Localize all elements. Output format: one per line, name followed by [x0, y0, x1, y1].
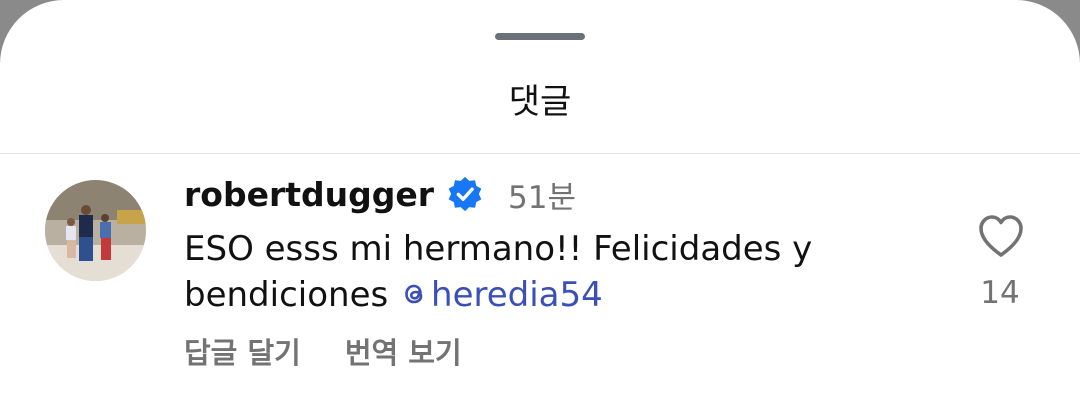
- username[interactable]: robertdugger: [184, 175, 434, 214]
- mention-link[interactable]: heredia54: [399, 275, 603, 315]
- drag-handle[interactable]: [495, 33, 585, 40]
- like-count: 14: [980, 275, 1020, 311]
- verified-badge-icon: [448, 176, 482, 212]
- comments-sheet: 댓글 robertdugger 51분 ESO esss mi hermano!…: [0, 0, 1080, 411]
- avatar[interactable]: [45, 180, 146, 281]
- translate-button[interactable]: 번역 보기: [345, 330, 462, 372]
- heart-outline-icon[interactable]: [977, 213, 1025, 259]
- reply-button[interactable]: 답글 달기: [184, 330, 301, 372]
- comment-header: robertdugger 51분: [184, 170, 576, 218]
- sheet-title: 댓글: [508, 82, 572, 122]
- comment-body: ESO esss mi hermano!! Felicidades y bend…: [184, 226, 904, 318]
- comment-time: 51분: [508, 179, 576, 216]
- mention-username: heredia54: [431, 275, 603, 315]
- threads-logo-icon: [405, 284, 423, 304]
- comment-actions: 답글 달기 번역 보기: [184, 330, 462, 372]
- divider: [0, 153, 1080, 154]
